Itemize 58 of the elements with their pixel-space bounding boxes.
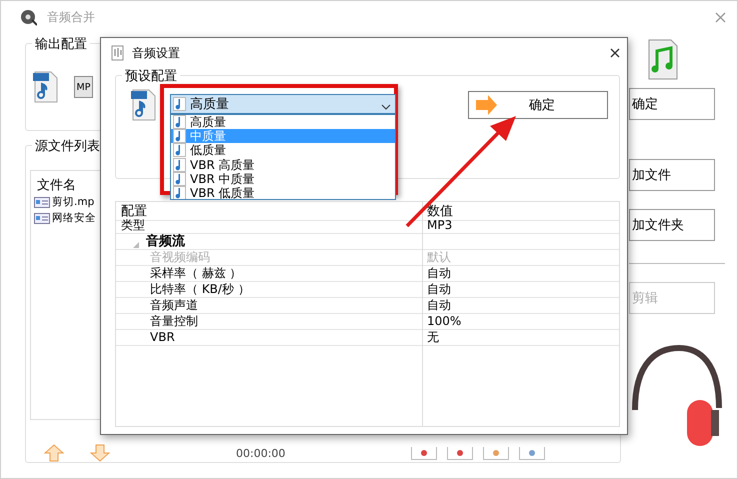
dot-icon — [421, 450, 428, 456]
dropdown-option[interactable]: VBR 高质量 — [171, 158, 395, 172]
file-name[interactable]: 网络安全 — [52, 211, 96, 225]
dropdown-option[interactable]: 低质量 — [171, 143, 395, 158]
property-name: 比特率（ KB/秒 ） — [116, 282, 422, 298]
side-button[interactable]: 加文件 — [629, 159, 715, 191]
group-label: 预设配置 — [122, 67, 180, 85]
property-value[interactable]: 自动 — [422, 266, 619, 282]
note-icon — [173, 158, 186, 172]
mp3-file-icon — [130, 88, 158, 122]
note-icon — [173, 129, 186, 144]
property-value[interactable]: 100% — [422, 314, 619, 330]
format-button[interactable]: MP — [74, 76, 93, 98]
audio-settings-icon — [111, 45, 124, 61]
confirm-button[interactable]: 确定 — [468, 91, 608, 119]
up-arrow-icon — [44, 444, 64, 462]
dropdown-option[interactable]: 高质量 — [171, 115, 395, 130]
file-name[interactable]: 剪切.mp — [52, 195, 94, 209]
side-button[interactable]: 加文件夹 — [629, 209, 715, 241]
property-value[interactable]: 无 — [422, 330, 619, 346]
toolbar-button[interactable] — [411, 446, 438, 460]
app-logo-icon — [19, 8, 37, 26]
property-name: 音视频编码 — [116, 250, 422, 266]
toolbar-button[interactable] — [519, 446, 546, 460]
file-icon — [34, 212, 50, 224]
property-name: 音频声道 — [116, 298, 422, 314]
confirm-button[interactable]: 确定 — [629, 88, 715, 120]
category-name: 音频流 — [146, 234, 185, 249]
arrow-right-icon — [475, 94, 497, 116]
dot-icon — [457, 450, 464, 456]
property-name: 采样率（ 赫兹 ） — [116, 266, 422, 282]
duration-text: 00:00:00 — [236, 446, 286, 460]
close-icon[interactable] — [609, 47, 621, 59]
toolbar-button[interactable] — [447, 446, 474, 460]
column-header: 文件名 — [36, 177, 77, 194]
property-value[interactable]: MP3 — [422, 218, 619, 234]
note-icon — [173, 172, 186, 186]
file-icon — [34, 196, 50, 208]
property-value[interactable]: 自动 — [422, 282, 619, 298]
property-name: VBR — [116, 330, 422, 346]
dot-icon — [529, 450, 536, 456]
preset-dropdown[interactable]: 高质量 — [170, 94, 396, 114]
property-name: 类型 — [116, 218, 422, 234]
dropdown-option[interactable]: VBR 中质量 — [171, 172, 395, 186]
note-icon — [173, 143, 186, 158]
window-title: 音频合并 — [47, 8, 96, 26]
dialog-title: 音频设置 — [132, 44, 181, 62]
column-header: 数值 — [422, 202, 619, 221]
dot-icon — [493, 450, 500, 456]
toolbar-button[interactable] — [483, 446, 510, 460]
mp3-file-icon — [32, 70, 60, 104]
property-value[interactable]: 自动 — [422, 298, 619, 314]
group-label: 输出配置 — [32, 35, 90, 53]
dropdown-option[interactable]: VBR 低质量 — [171, 186, 395, 199]
property-name: 音量控制 — [116, 314, 422, 330]
down-arrow-icon — [90, 444, 110, 462]
group-label: 源文件列表 — [32, 137, 103, 155]
note-icon — [173, 97, 186, 111]
